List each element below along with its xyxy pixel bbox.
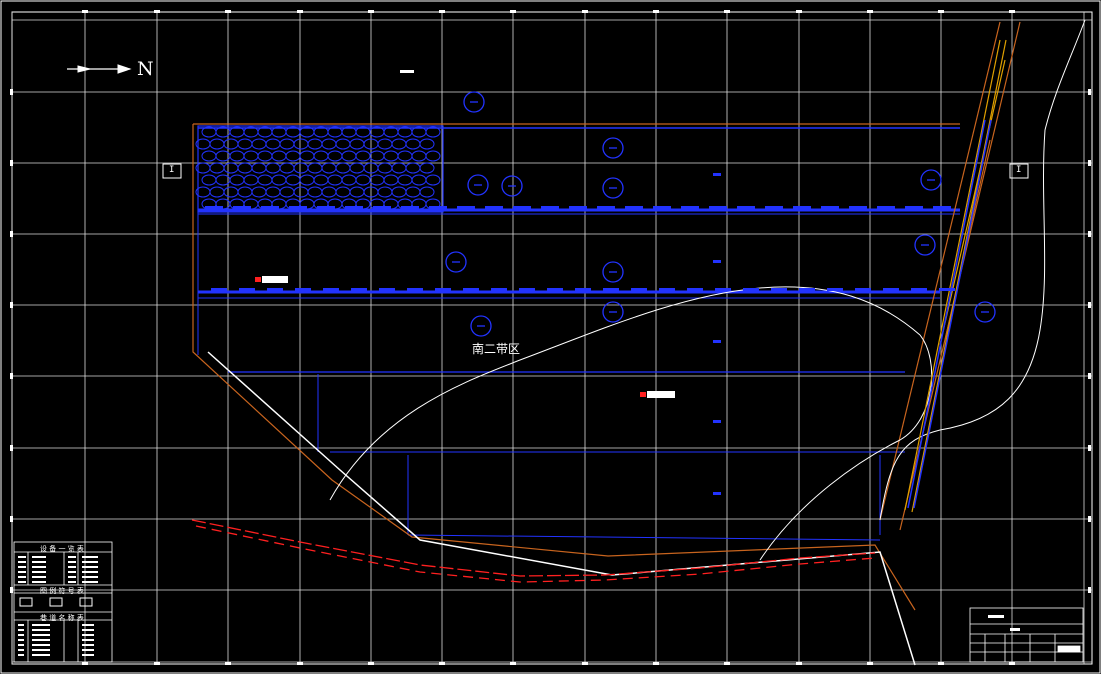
north-arrow-icon [67, 64, 132, 74]
mine-plan-drawing [0, 0, 1101, 674]
mine-boundary [207, 351, 916, 666]
notes-table-title: 巷 道 名 称 表 [40, 614, 84, 622]
section-mark-left-label: I [169, 165, 175, 175]
outer-frame [0, 0, 1101, 674]
inclined-shaft [904, 39, 1007, 513]
coordinate-grid [11, 12, 1092, 664]
legend-table-title: 图 例 符 号 表 [40, 587, 84, 595]
boundary-lines [192, 21, 1021, 611]
inner-frame [11, 11, 1093, 665]
section-mark-right-label: I [1016, 165, 1022, 175]
equipment-table-title: 设 备 一 览 表 [40, 545, 84, 553]
zone-label: 南二带区 [472, 342, 521, 356]
river [191, 519, 876, 583]
legend-tables [13, 541, 113, 663]
frame-ticks [10, 10, 1091, 665]
working-face [195, 125, 444, 213]
roadways [197, 127, 960, 541]
north-label: N [137, 58, 154, 80]
title-block [969, 607, 1084, 663]
